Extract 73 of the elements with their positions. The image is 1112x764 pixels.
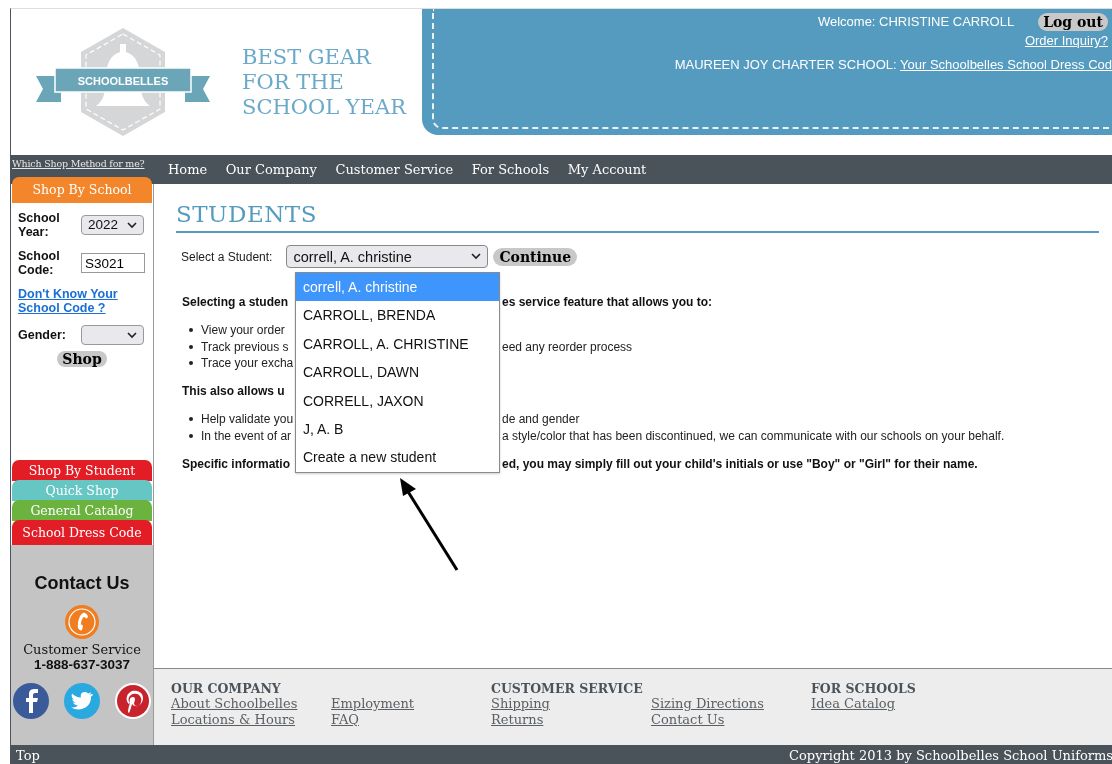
info-heading: This also allows u [182,383,285,400]
footer-link[interactable]: Sizing Directions [651,696,811,712]
welcome-text: Welcome: CHRISTINE CARROLL [817,14,1015,29]
footer-link[interactable]: Locations & Hours [171,711,331,727]
footer-link[interactable]: About Schoolbelles [171,696,331,712]
facebook-icon[interactable] [12,682,50,720]
copyright-text: Copyright 2013 by Schoolbelles School Uniforms [789,747,1112,764]
school-code-label: School Code: [18,249,61,277]
info-heading: es service feature that allows you to: [501,294,714,311]
page-title: STUDENTS [176,201,1099,233]
dropdown-option[interactable]: CARROLL, A. CHRISTINE [296,329,499,359]
shop-method-link[interactable]: Which Shop Method for me? [11,155,155,169]
bullet-text: Trace your excha [201,355,294,372]
footer-link[interactable]: Employment [331,696,491,712]
shop-button[interactable]: Shop [57,351,107,367]
phone-icon[interactable] [64,604,100,640]
bullet-text: a style/color that has been discontinued, we can communicate with our schools on your behalf. [501,427,1006,444]
bullet-text: In the event of ar [201,427,292,444]
customer-service-label: Customer Service [23,642,141,657]
bullet-text: Track previous s [201,338,289,355]
dropdown-option[interactable]: CORRELL, JAXON [296,386,499,415]
nav-link[interactable]: Customer Service [335,162,454,177]
chevron-icon [127,331,137,339]
footer-heading: CUSTOMER SERVICE [491,681,644,696]
bullet-icon [189,328,193,333]
bullet-text: de and gender [501,411,581,428]
dropdown-option[interactable]: CARROLL, BRENDA [296,301,499,330]
chevron-icon [471,253,482,260]
gender-label: Gender: [18,328,67,342]
dropdown-option[interactable]: J, A. B [296,414,499,444]
bullet-text: Help validate you [201,411,294,428]
shop-tab[interactable]: Shop By Student [12,460,152,481]
phone-number: 1-888-637-3037 [33,657,131,672]
footer-link[interactable]: FAQ [331,711,491,727]
select-student-label: Select a Student: [181,249,273,264]
nav-link[interactable]: My Account [567,162,647,177]
chevron-icon [127,221,137,229]
logo-text: SCHOOLBELLES [77,75,169,87]
footer-link[interactable]: Shipping [491,696,651,712]
tagline: BEST GEAR FOR THE SCHOOL YEAR [242,44,406,120]
shop-tab[interactable]: School Dress Code [12,520,152,545]
logout-button[interactable]: Log out [1038,13,1108,31]
bullet-text: View your order [201,322,285,339]
gender-select[interactable] [81,325,144,345]
twitter-icon[interactable] [63,682,101,720]
school-year-select[interactable]: 2022 [81,215,144,235]
dropdown-option[interactable]: Create a new student [296,443,499,472]
school-code-field[interactable]: S3021 [81,253,145,273]
footer-link[interactable]: Returns [491,711,651,727]
pinterest-icon[interactable] [114,682,152,720]
student-select[interactable]: correll, A. christine [286,245,489,268]
bullet-icon [189,344,193,349]
school-year-label: School Year: [18,211,61,239]
continue-button[interactable]: Continue [493,247,578,266]
bullet-text: eed any reorder process [501,338,634,355]
school-code-help-link[interactable]: Don't Know Your School Code ? [18,287,145,315]
nav-link[interactable]: Our Company [225,162,317,177]
school-name: MAUREEN JOY CHARTER SCHOOL: [674,57,898,72]
bullet-icon [189,417,193,422]
footer-link[interactable]: Contact Us [651,711,811,727]
dropdown-option[interactable]: CARROLL, DAWN [296,358,499,387]
info-heading: Specific informatio [182,455,291,472]
info-heading: ed, you may simply fill out your child's initials or use "Boy" or "Girl" for their name. [501,455,979,472]
nav-link[interactable]: For Schools [471,162,550,177]
nav-link[interactable]: Home [168,162,208,177]
footer-heading: OUR COMPANY [171,681,282,696]
contact-title: Contact Us [34,573,130,594]
top-link[interactable]: Top [11,747,40,764]
bullet-icon [189,433,193,438]
info-heading: Selecting a studen [182,294,289,311]
footer-heading: FOR SCHOOLS [811,681,917,696]
bullet-icon [189,361,193,366]
footer-link[interactable]: Idea Catalog [811,696,971,712]
